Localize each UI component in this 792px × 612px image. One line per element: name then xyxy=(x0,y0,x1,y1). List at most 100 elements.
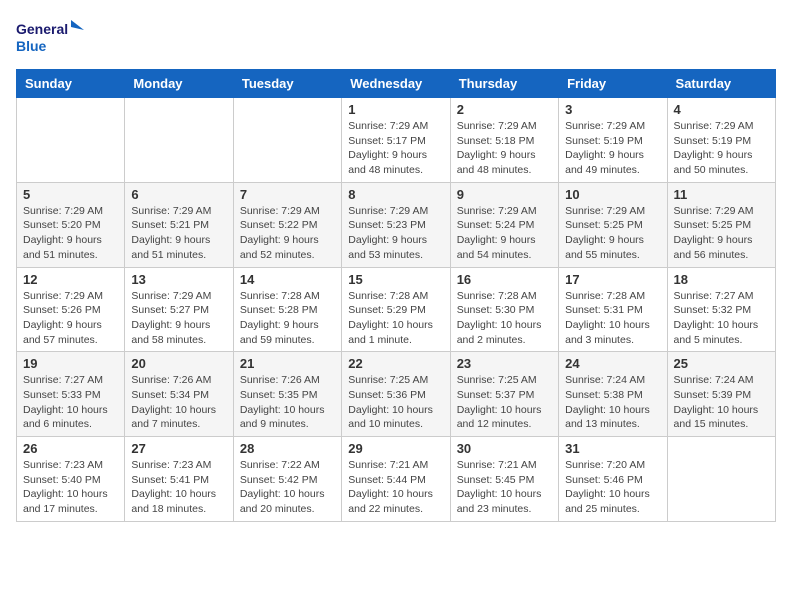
calendar-cell: 5 Sunrise: 7:29 AM Sunset: 5:20 PM Daylig… xyxy=(17,182,125,267)
day-number: 29 xyxy=(348,441,443,456)
day-info: Sunrise: 7:26 AM Sunset: 5:34 PM Dayligh… xyxy=(131,373,226,432)
header: GeneralBlue xyxy=(16,16,776,61)
day-info: Sunrise: 7:21 AM Sunset: 5:44 PM Dayligh… xyxy=(348,458,443,517)
day-number: 12 xyxy=(23,272,118,287)
calendar-cell: 27Sunrise: 7:23 AM Sunset: 5:41 PM Dayli… xyxy=(125,437,233,522)
day-info: Sunrise: 7:25 AM Sunset: 5:37 PM Dayligh… xyxy=(457,373,552,432)
calendar-cell: 21 Sunrise: 7:26 AM Sunset: 5:35 PM Dayli… xyxy=(233,352,341,437)
logo-svg: GeneralBlue xyxy=(16,16,86,61)
day-number: 14 xyxy=(240,272,335,287)
week-row-1: 1 Sunrise: 7:29 AM Sunset: 5:17 PM Daylig… xyxy=(17,98,776,183)
day-info: Sunrise: 7:29 AM Sunset: 5:25 PM Dayligh… xyxy=(565,204,660,263)
day-number: 5 xyxy=(23,187,118,202)
calendar-cell: 31 Sunrise: 7:20 AM Sunset: 5:46 PM Dayli… xyxy=(559,437,667,522)
day-number: 6 xyxy=(131,187,226,202)
weekday-thursday: Thursday xyxy=(450,70,558,98)
calendar-cell: 24 Sunrise: 7:24 AM Sunset: 5:38 PM Dayli… xyxy=(559,352,667,437)
calendar-cell: 11 Sunrise: 7:29 AM Sunset: 5:25 PM Dayli… xyxy=(667,182,775,267)
calendar-cell: 20 Sunrise: 7:26 AM Sunset: 5:34 PM Dayli… xyxy=(125,352,233,437)
day-number: 2 xyxy=(457,102,552,117)
day-number: 28 xyxy=(240,441,335,456)
calendar-cell xyxy=(667,437,775,522)
day-number: 8 xyxy=(348,187,443,202)
calendar-cell: 9 Sunrise: 7:29 AM Sunset: 5:24 PM Daylig… xyxy=(450,182,558,267)
calendar-cell: 14 Sunrise: 7:28 AM Sunset: 5:28 PM Dayli… xyxy=(233,267,341,352)
day-number: 7 xyxy=(240,187,335,202)
day-number: 15 xyxy=(348,272,443,287)
day-number: 11 xyxy=(674,187,769,202)
day-number: 10 xyxy=(565,187,660,202)
day-number: 9 xyxy=(457,187,552,202)
calendar-cell xyxy=(125,98,233,183)
day-number: 26 xyxy=(23,441,118,456)
calendar-cell: 12 Sunrise: 7:29 AM Sunset: 5:26 PM Dayli… xyxy=(17,267,125,352)
day-number: 3 xyxy=(565,102,660,117)
calendar-cell: 10 Sunrise: 7:29 AM Sunset: 5:25 PM Dayli… xyxy=(559,182,667,267)
calendar-cell: 2 Sunrise: 7:29 AM Sunset: 5:18 PM Daylig… xyxy=(450,98,558,183)
day-info: Sunrise: 7:29 AM Sunset: 5:20 PM Dayligh… xyxy=(23,204,118,263)
calendar-table: SundayMondayTuesdayWednesdayThursdayFrid… xyxy=(16,69,776,522)
day-info: Sunrise: 7:29 AM Sunset: 5:26 PM Dayligh… xyxy=(23,289,118,348)
calendar-cell xyxy=(233,98,341,183)
calendar-cell: 23 Sunrise: 7:25 AM Sunset: 5:37 PM Dayli… xyxy=(450,352,558,437)
day-info: Sunrise: 7:29 AM Sunset: 5:18 PM Dayligh… xyxy=(457,119,552,178)
day-info: Sunrise: 7:29 AM Sunset: 5:22 PM Dayligh… xyxy=(240,204,335,263)
week-row-5: 26 Sunrise: 7:23 AM Sunset: 5:40 PM Dayli… xyxy=(17,437,776,522)
calendar-cell: 19Sunrise: 7:27 AM Sunset: 5:33 PM Dayli… xyxy=(17,352,125,437)
calendar-header: SundayMondayTuesdayWednesdayThursdayFrid… xyxy=(17,70,776,98)
calendar-body: 1 Sunrise: 7:29 AM Sunset: 5:17 PM Daylig… xyxy=(17,98,776,522)
day-number: 31 xyxy=(565,441,660,456)
calendar-cell: 22 Sunrise: 7:25 AM Sunset: 5:36 PM Dayli… xyxy=(342,352,450,437)
day-number: 20 xyxy=(131,356,226,371)
day-info: Sunrise: 7:23 AM Sunset: 5:41 PM Dayligh… xyxy=(131,458,226,517)
day-number: 1 xyxy=(348,102,443,117)
weekday-sunday: Sunday xyxy=(17,70,125,98)
day-info: Sunrise: 7:26 AM Sunset: 5:35 PM Dayligh… xyxy=(240,373,335,432)
day-info: Sunrise: 7:29 AM Sunset: 5:19 PM Dayligh… xyxy=(674,119,769,178)
day-info: Sunrise: 7:28 AM Sunset: 5:28 PM Dayligh… xyxy=(240,289,335,348)
calendar-cell xyxy=(17,98,125,183)
day-number: 21 xyxy=(240,356,335,371)
weekday-tuesday: Tuesday xyxy=(233,70,341,98)
calendar-cell: 13 Sunrise: 7:29 AM Sunset: 5:27 PM Dayli… xyxy=(125,267,233,352)
calendar-cell: 1 Sunrise: 7:29 AM Sunset: 5:17 PM Daylig… xyxy=(342,98,450,183)
day-info: Sunrise: 7:29 AM Sunset: 5:19 PM Dayligh… xyxy=(565,119,660,178)
day-number: 24 xyxy=(565,356,660,371)
week-row-4: 19Sunrise: 7:27 AM Sunset: 5:33 PM Dayli… xyxy=(17,352,776,437)
weekday-wednesday: Wednesday xyxy=(342,70,450,98)
weekday-friday: Friday xyxy=(559,70,667,98)
day-info: Sunrise: 7:28 AM Sunset: 5:31 PM Dayligh… xyxy=(565,289,660,348)
day-info: Sunrise: 7:28 AM Sunset: 5:30 PM Dayligh… xyxy=(457,289,552,348)
calendar-cell: 7 Sunrise: 7:29 AM Sunset: 5:22 PM Daylig… xyxy=(233,182,341,267)
svg-text:Blue: Blue xyxy=(16,38,47,54)
calendar-cell: 8Sunrise: 7:29 AM Sunset: 5:23 PM Daylig… xyxy=(342,182,450,267)
calendar-cell: 18Sunrise: 7:27 AM Sunset: 5:32 PM Dayli… xyxy=(667,267,775,352)
calendar-cell: 30Sunrise: 7:21 AM Sunset: 5:45 PM Dayli… xyxy=(450,437,558,522)
calendar-cell: 17Sunrise: 7:28 AM Sunset: 5:31 PM Dayli… xyxy=(559,267,667,352)
day-info: Sunrise: 7:23 AM Sunset: 5:40 PM Dayligh… xyxy=(23,458,118,517)
day-info: Sunrise: 7:29 AM Sunset: 5:17 PM Dayligh… xyxy=(348,119,443,178)
logo: GeneralBlue xyxy=(16,16,86,61)
day-info: Sunrise: 7:29 AM Sunset: 5:24 PM Dayligh… xyxy=(457,204,552,263)
day-number: 25 xyxy=(674,356,769,371)
day-number: 18 xyxy=(674,272,769,287)
week-row-3: 12 Sunrise: 7:29 AM Sunset: 5:26 PM Dayli… xyxy=(17,267,776,352)
day-info: Sunrise: 7:20 AM Sunset: 5:46 PM Dayligh… xyxy=(565,458,660,517)
day-number: 19 xyxy=(23,356,118,371)
day-number: 13 xyxy=(131,272,226,287)
day-info: Sunrise: 7:25 AM Sunset: 5:36 PM Dayligh… xyxy=(348,373,443,432)
day-number: 22 xyxy=(348,356,443,371)
day-info: Sunrise: 7:29 AM Sunset: 5:21 PM Dayligh… xyxy=(131,204,226,263)
weekday-monday: Monday xyxy=(125,70,233,98)
weekday-header-row: SundayMondayTuesdayWednesdayThursdayFrid… xyxy=(17,70,776,98)
calendar-cell: 6 Sunrise: 7:29 AM Sunset: 5:21 PM Daylig… xyxy=(125,182,233,267)
calendar-cell: 15Sunrise: 7:28 AM Sunset: 5:29 PM Dayli… xyxy=(342,267,450,352)
day-info: Sunrise: 7:29 AM Sunset: 5:25 PM Dayligh… xyxy=(674,204,769,263)
calendar-cell: 28Sunrise: 7:22 AM Sunset: 5:42 PM Dayli… xyxy=(233,437,341,522)
calendar-cell: 16Sunrise: 7:28 AM Sunset: 5:30 PM Dayli… xyxy=(450,267,558,352)
calendar-cell: 4Sunrise: 7:29 AM Sunset: 5:19 PM Daylig… xyxy=(667,98,775,183)
day-number: 23 xyxy=(457,356,552,371)
day-info: Sunrise: 7:24 AM Sunset: 5:38 PM Dayligh… xyxy=(565,373,660,432)
week-row-2: 5 Sunrise: 7:29 AM Sunset: 5:20 PM Daylig… xyxy=(17,182,776,267)
day-info: Sunrise: 7:29 AM Sunset: 5:27 PM Dayligh… xyxy=(131,289,226,348)
